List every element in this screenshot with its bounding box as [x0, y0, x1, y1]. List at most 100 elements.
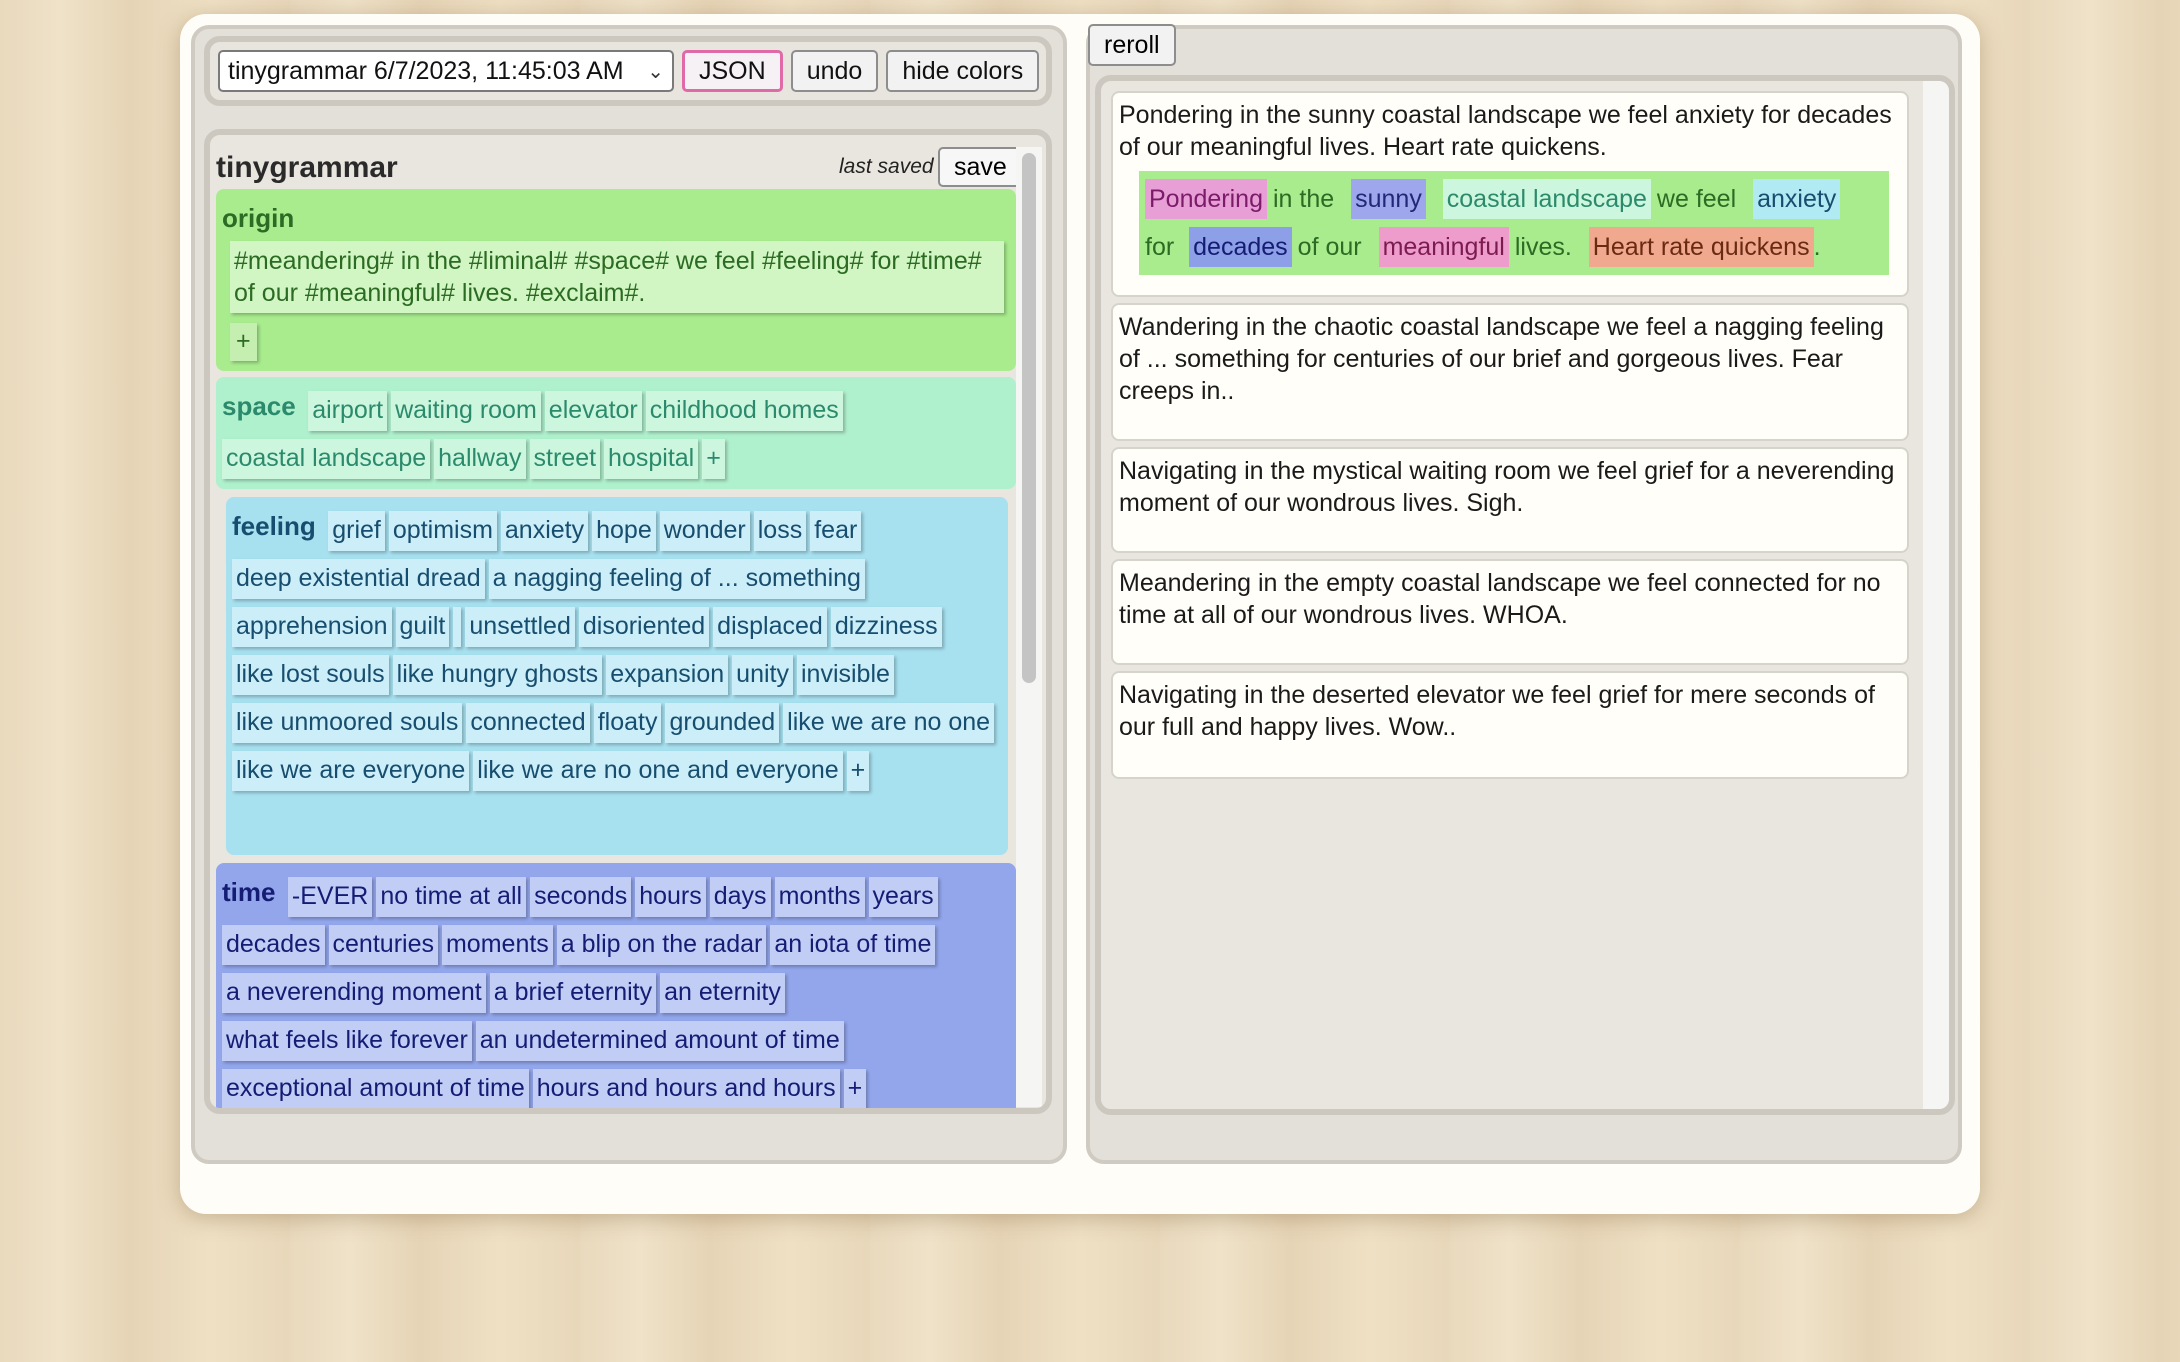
- expansion-chip[interactable]: like we are everyone: [232, 751, 470, 791]
- expansion-chip[interactable]: displaced: [713, 607, 827, 647]
- scrollbar-thumb[interactable]: [1022, 153, 1036, 683]
- expansion-chip[interactable]: days: [709, 877, 771, 917]
- expansion-chip[interactable]: connected: [466, 703, 590, 743]
- result-expansion: Pondering in the sunny coastal landscape w…: [1139, 171, 1889, 275]
- json-button[interactable]: JSON: [682, 50, 783, 92]
- expansion-chip[interactable]: years: [868, 877, 938, 917]
- token-text: we feel: [1656, 185, 1737, 213]
- undo-button[interactable]: undo: [790, 50, 879, 92]
- expansion-chip[interactable]: seconds: [530, 877, 632, 917]
- expansion-chip[interactable]: coastal landscape: [222, 439, 431, 479]
- grammar-select-value: tinygrammar 6/7/2023, 11:45:03 AM: [228, 56, 624, 85]
- expansion-chip[interactable]: -EVER: [287, 877, 373, 917]
- expansion-chip[interactable]: what feels like forever: [222, 1021, 472, 1061]
- expansion-chip[interactable]: [453, 607, 462, 647]
- result-card[interactable]: Meandering in the empty coastal landscap…: [1111, 559, 1909, 665]
- expansion-chip[interactable]: an iota of time: [770, 925, 936, 965]
- expansion-chip[interactable]: street: [529, 439, 601, 479]
- add-expansion-button[interactable]: +: [846, 751, 870, 791]
- expansion-chip[interactable]: loss: [753, 511, 807, 551]
- expansion-chip[interactable]: centuries: [328, 925, 438, 965]
- expansion-chip[interactable]: like lost souls: [232, 655, 389, 695]
- rule-feeling: feeling grief optimism anxiety hope wonder lo…: [226, 497, 1008, 855]
- add-expansion-button[interactable]: +: [843, 1069, 867, 1108]
- expansion-chip[interactable]: an eternity: [660, 973, 785, 1013]
- token-time[interactable]: decades: [1189, 227, 1292, 267]
- expansion-chip[interactable]: hours and hours and hours: [532, 1069, 840, 1108]
- expansion-chip[interactable]: anxiety: [500, 511, 589, 551]
- expansion-chip[interactable]: unity: [732, 655, 793, 695]
- expansion-chip[interactable]: a neverending moment: [222, 973, 486, 1013]
- token-feeling[interactable]: anxiety: [1753, 179, 1841, 219]
- editor-scrollbar[interactable]: [1016, 147, 1042, 1107]
- expansion-chip[interactable]: moments: [441, 925, 553, 965]
- token-meandering[interactable]: Pondering: [1145, 179, 1267, 219]
- grammar-editor-panel: tinygrammar 6/7/2023, 11:45:03 AM ⌄ JSON…: [191, 25, 1067, 1164]
- expansion-chip[interactable]: a blip on the radar: [556, 925, 767, 965]
- token-text: for: [1145, 233, 1175, 261]
- expansion-chip[interactable]: a nagging feeling of ... something: [488, 559, 865, 599]
- token-space[interactable]: coastal landscape: [1442, 179, 1651, 219]
- token-meaningful[interactable]: meaningful: [1378, 227, 1509, 267]
- result-text: Meandering in the empty coastal landscap…: [1119, 569, 1881, 629]
- rule-name: time: [222, 877, 276, 907]
- grammar-title: tinygrammar: [216, 151, 398, 184]
- expansion-chip[interactable]: exceptional amount of time: [222, 1069, 529, 1108]
- expansion-chip[interactable]: hospital: [604, 439, 699, 479]
- expansion-chip[interactable]: expansion: [606, 655, 729, 695]
- expansion-chip[interactable]: wonder: [659, 511, 750, 551]
- result-text: Navigating in the mystical waiting room …: [1119, 457, 1895, 517]
- expansion-chip[interactable]: like we are no one: [783, 703, 995, 743]
- expansion-chip[interactable]: fear: [810, 511, 862, 551]
- token-exclaim[interactable]: Heart rate quickens: [1588, 227, 1814, 267]
- expansion-chip[interactable]: decades: [222, 925, 325, 965]
- result-text: Pondering in the sunny coastal landscape…: [1119, 101, 1892, 161]
- expansion-chip[interactable]: an undetermined amount of time: [475, 1021, 844, 1061]
- chevron-down-icon: ⌄: [647, 60, 664, 83]
- expansion-chip[interactable]: childhood homes: [645, 391, 843, 431]
- expansion-chip[interactable]: disoriented: [578, 607, 710, 647]
- expansion-chip[interactable]: grief: [328, 511, 385, 551]
- rule-name: feeling: [232, 511, 316, 541]
- expansion-chip[interactable]: a brief eternity: [489, 973, 657, 1013]
- expansion-chip[interactable]: hope: [592, 511, 656, 551]
- result-card[interactable]: Navigating in the mystical waiting room …: [1111, 447, 1909, 553]
- result-card[interactable]: Pondering in the sunny coastal landscape…: [1111, 91, 1909, 297]
- expansion-chip[interactable]: grounded: [665, 703, 780, 743]
- expansion-chip[interactable]: guilt: [395, 607, 450, 647]
- hide-colors-button[interactable]: hide colors: [886, 50, 1040, 92]
- expansion-chip[interactable]: hours: [635, 877, 706, 917]
- expansion-chip[interactable]: no time at all: [376, 877, 527, 917]
- expansion-chip[interactable]: hallway: [434, 439, 526, 479]
- expansion-chip[interactable]: airport: [308, 391, 388, 431]
- expansion-chip[interactable]: like we are no one and everyone: [473, 751, 843, 791]
- expansion-chip[interactable]: floaty: [593, 703, 662, 743]
- token-text: of our: [1297, 233, 1362, 261]
- expansion-chip[interactable]: months: [774, 877, 865, 917]
- token-liminal[interactable]: sunny: [1351, 179, 1426, 219]
- expansion-chip[interactable]: like unmoored souls: [232, 703, 463, 743]
- expansion-chip[interactable]: elevator: [544, 391, 642, 431]
- expansion-chip[interactable]: like hungry ghosts: [392, 655, 603, 695]
- rule-expansion[interactable]: #meandering# in the #liminal# #space# we…: [230, 241, 1004, 313]
- add-expansion-button[interactable]: +: [230, 323, 257, 361]
- grammar-editor: tinygrammar last saved save origin #mean…: [204, 129, 1052, 1114]
- result-card[interactable]: Wandering in the chaotic coastal landsca…: [1111, 303, 1909, 441]
- toolbar: tinygrammar 6/7/2023, 11:45:03 AM ⌄ JSON…: [204, 36, 1052, 106]
- add-expansion-button[interactable]: +: [702, 439, 725, 479]
- expansion-chip[interactable]: deep existential dread: [232, 559, 485, 599]
- expansion-chip[interactable]: unsettled: [465, 607, 575, 647]
- output-scrollbar[interactable]: [1923, 81, 1949, 1109]
- expansion-chip[interactable]: invisible: [796, 655, 894, 695]
- expansion-chip[interactable]: dizziness: [830, 607, 942, 647]
- expansion-chip[interactable]: waiting room: [391, 391, 541, 431]
- result-card[interactable]: Navigating in the deserted elevator we f…: [1111, 671, 1909, 779]
- rule-name: origin: [222, 203, 295, 233]
- grammar-select[interactable]: tinygrammar 6/7/2023, 11:45:03 AM ⌄: [218, 50, 674, 92]
- expansion-chip[interactable]: apprehension: [232, 607, 392, 647]
- reroll-button[interactable]: reroll: [1088, 24, 1176, 66]
- output-panel: Pondering in the sunny coastal landscape…: [1086, 25, 1962, 1164]
- save-button[interactable]: save: [938, 147, 1023, 187]
- expansion-chip[interactable]: optimism: [388, 511, 497, 551]
- last-saved-label: last saved: [839, 155, 934, 178]
